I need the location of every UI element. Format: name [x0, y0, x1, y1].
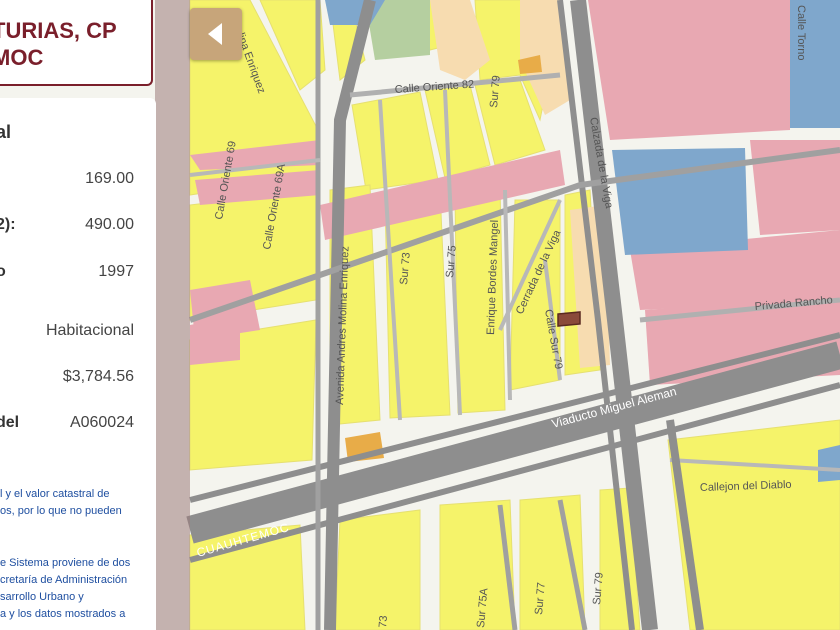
- title-line-2: MOC: [0, 45, 44, 70]
- note-2-line-4: a y los datos mostrados a: [0, 608, 126, 620]
- label-sur-73-bottom: 73: [377, 615, 390, 628]
- map-edge-overlay: [155, 0, 190, 630]
- row-value-5: $3,784.56: [62, 368, 134, 385]
- label-calle-torno: Calle Torno: [795, 5, 807, 60]
- panel-heading: al: [0, 122, 12, 142]
- note-1-line-1: l y el valor catastral de: [0, 488, 110, 500]
- row-label-2: 2):: [0, 216, 16, 233]
- collapse-panel-button[interactable]: [190, 8, 242, 60]
- note-1-line-2: os, por lo que no pueden: [0, 505, 122, 517]
- info-panel: al 169.00 2): 490.00 o 1997 Habitacional…: [0, 98, 156, 630]
- note-2-line-1: e Sistema proviene de dos: [0, 557, 131, 569]
- row-label-3: o: [0, 263, 6, 280]
- row-value-3: 1997: [98, 263, 134, 280]
- note-2-line-2: cretaría de Administración: [0, 574, 128, 586]
- row-value-6: A060024: [69, 414, 134, 431]
- row-value-2: 490.00: [85, 216, 134, 233]
- row-label-6: del: [0, 414, 20, 431]
- row-value-4: Habitacional: [45, 322, 134, 339]
- title-line-1: TURIAS, CP: [0, 18, 117, 43]
- note-2-line-3: sarrollo Urbano y: [0, 591, 84, 603]
- row-value-1: 169.00: [85, 170, 134, 187]
- title-header: TURIAS, CP MOC: [0, 0, 153, 86]
- chevron-left-icon: [208, 23, 222, 45]
